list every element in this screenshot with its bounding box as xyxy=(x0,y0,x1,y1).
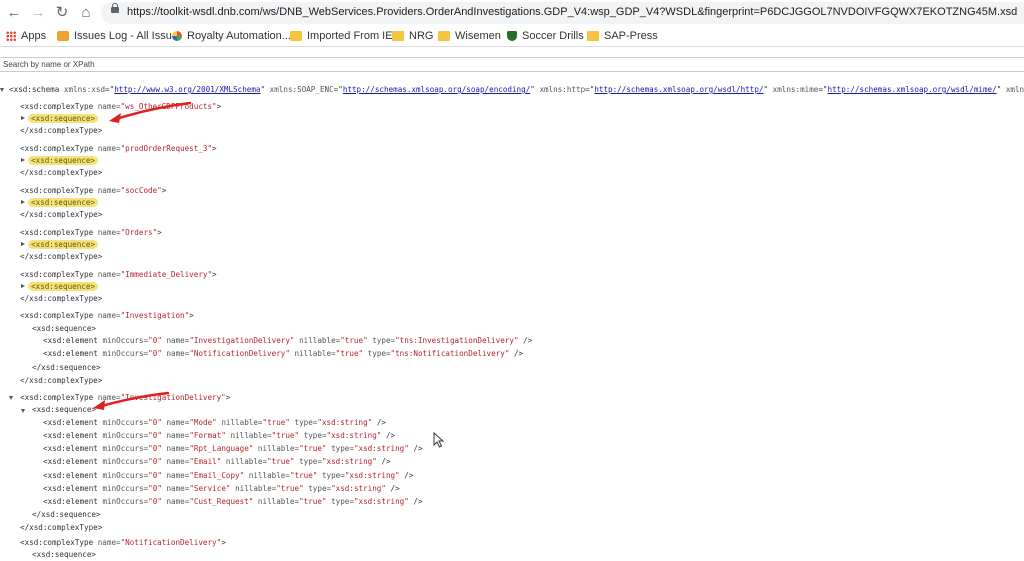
bookmark-issues-log[interactable]: Issues Log - All Issu... xyxy=(57,29,181,43)
xpath-search-bar xyxy=(0,57,1024,72)
expand-toggle-icon[interactable] xyxy=(21,158,25,162)
collapsed-sequence[interactable]: <xsd:sequence> xyxy=(28,239,99,251)
complextype-close-line: </xsd:complexType> xyxy=(20,376,103,385)
element-line: <xsd:element minOccurs="0" name="Email" … xyxy=(43,457,391,466)
address-bar[interactable]: https://toolkit-wsdl.dnb.com/ws/DNB_WebS… xyxy=(101,2,1024,24)
expand-toggle-icon[interactable] xyxy=(21,200,25,204)
collapse-toggle-icon[interactable] xyxy=(9,396,13,400)
folder-icon xyxy=(392,31,404,41)
expand-toggle-icon[interactable] xyxy=(21,116,25,120)
collapsed-sequence[interactable]: <xsd:sequence> xyxy=(28,197,99,209)
complextype-close-line: </xsd:complexType> xyxy=(20,294,103,303)
element-line: <xsd:element minOccurs="0" name="Email_C… xyxy=(43,471,414,480)
element-line: <xsd:element minOccurs="0" name="Cust_Re… xyxy=(43,497,423,506)
collapsed-sequence[interactable]: <xsd:sequence> xyxy=(28,113,99,125)
element-line: <xsd:element minOccurs="0" name="Format"… xyxy=(43,431,396,440)
complextype-close-line: </xsd:complexType> xyxy=(20,126,103,135)
complextype-open-line: <xsd:complexType name="Immediate_Deliver… xyxy=(20,270,217,279)
annotation-arrow-icon xyxy=(93,391,170,410)
sequence-close-line: </xsd:sequence> xyxy=(32,363,101,372)
sequence-open-line: <xsd:sequence> xyxy=(32,550,97,559)
back-arrow-icon[interactable]: ← xyxy=(4,3,24,23)
complextype-open-line: <xsd:complexType name="NotificationDeliv… xyxy=(20,538,226,547)
element-line: <xsd:element minOccurs="0" name="Rpt_Lan… xyxy=(43,444,423,453)
bookmark-sap-press[interactable]: SAP-Press xyxy=(587,29,658,43)
apps-grid-icon xyxy=(6,31,16,41)
sequence-close-line: </xsd:sequence> xyxy=(32,510,101,519)
xpath-search-input[interactable] xyxy=(0,58,1023,71)
browser-toolbar: ← → ↻ ⌂ https://toolkit-wsdl.dnb.com/ws/… xyxy=(0,0,1024,26)
bookmarks-bar: Apps Issues Log - All Issu... Royalty Au… xyxy=(0,26,1024,47)
lock-icon xyxy=(111,3,119,13)
shield-icon xyxy=(507,31,517,41)
bookmark-imported-from-ie[interactable]: Imported From IE xyxy=(290,29,393,43)
collapsed-sequence[interactable]: <xsd:sequence> xyxy=(28,155,99,167)
bookmark-nrg[interactable]: NRG xyxy=(392,29,433,43)
schema-open-line: <xsd:schema xmlns:xsd="http://www.w3.org… xyxy=(9,85,1024,94)
royalty-icon xyxy=(172,31,182,41)
collapsed-sequence[interactable]: <xsd:sequence> xyxy=(28,281,99,293)
complextype-open-line: <xsd:complexType name="Orders"> xyxy=(20,228,162,237)
collapse-toggle-icon[interactable] xyxy=(21,409,25,413)
bookmark-royalty-automation[interactable]: Royalty Automation... xyxy=(172,29,291,43)
issues-icon xyxy=(57,31,69,41)
element-line: <xsd:element minOccurs="0" name="Mode" n… xyxy=(43,418,386,427)
complextype-close-line: </xsd:complexType> xyxy=(20,523,103,532)
url-text: https://toolkit-wsdl.dnb.com/ws/DNB_WebS… xyxy=(127,6,1018,18)
element-line: <xsd:element minOccurs="0" name="Service… xyxy=(43,484,400,493)
folder-icon xyxy=(587,31,599,41)
complextype-open-line: <xsd:complexType name="Investigation"> xyxy=(20,311,194,320)
expand-toggle-icon[interactable] xyxy=(0,88,4,92)
complextype-close-line: </xsd:complexType> xyxy=(20,168,103,177)
bookmark-soccer-drills[interactable]: Soccer Drills xyxy=(507,29,584,43)
expand-toggle-icon[interactable] xyxy=(21,242,25,246)
bookmark-wisemen[interactable]: Wisemen xyxy=(438,29,501,43)
folder-icon xyxy=(290,31,302,41)
expand-toggle-icon[interactable] xyxy=(21,284,25,288)
complextype-close-line: </xsd:complexType> xyxy=(20,210,103,219)
complextype-close-line: </xsd:complexType> xyxy=(20,252,103,261)
sequence-open-line: <xsd:sequence> xyxy=(32,324,97,333)
bookmark-apps[interactable]: Apps xyxy=(6,29,46,43)
element-line: <xsd:element minOccurs="0" name="Notific… xyxy=(43,349,524,358)
annotation-arrow-icon xyxy=(109,101,192,123)
forward-arrow-icon[interactable]: → xyxy=(28,3,48,23)
reload-icon[interactable]: ↻ xyxy=(52,3,72,23)
complextype-open-line: <xsd:complexType name="socCode"> xyxy=(20,186,167,195)
folder-icon xyxy=(438,31,450,41)
element-line: <xsd:element minOccurs="0" name="Investi… xyxy=(43,336,533,345)
mouse-cursor-icon xyxy=(433,432,445,448)
complextype-open-line: <xsd:complexType name="prodOrderRequest_… xyxy=(20,144,217,153)
home-icon[interactable]: ⌂ xyxy=(76,3,96,23)
xml-tree: <xsd:schema xmlns:xsd="http://www.w3.org… xyxy=(0,84,1024,559)
